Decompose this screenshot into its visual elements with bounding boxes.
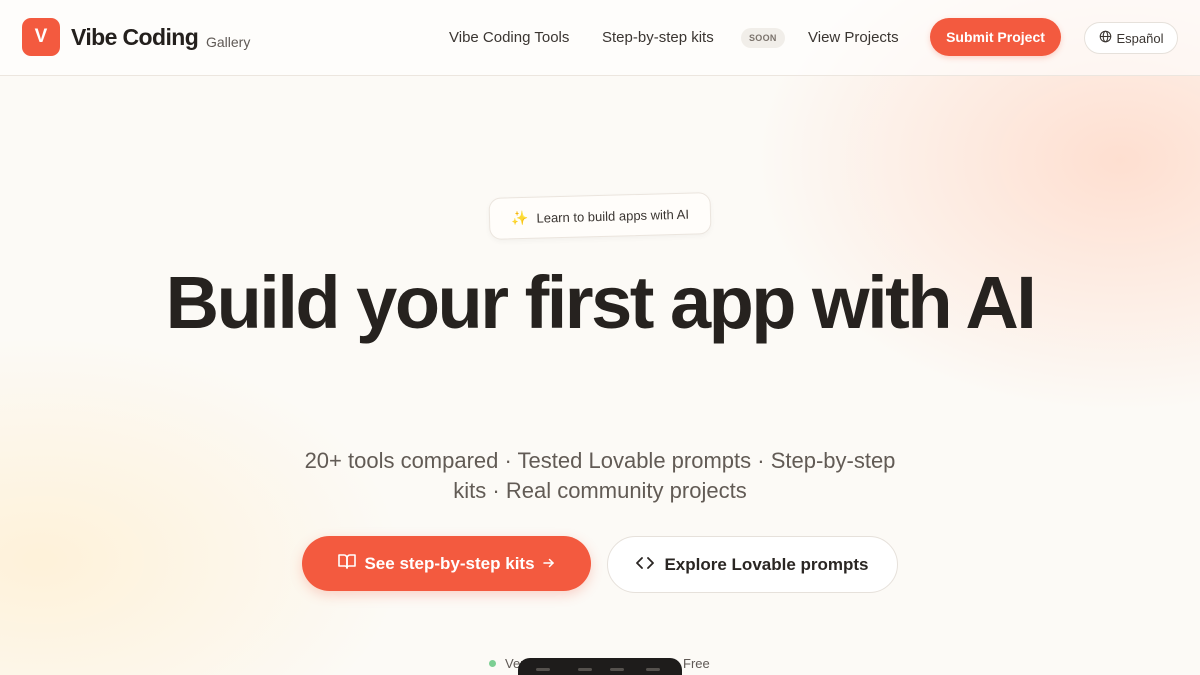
explore-prompts-label: Explore Lovable prompts xyxy=(664,554,869,574)
arrow-right-icon xyxy=(542,554,555,574)
toolbar-handle xyxy=(578,668,592,671)
hero-headline: Build your first app with AI xyxy=(165,261,1037,344)
floating-toolbar[interactable] xyxy=(518,658,682,675)
toolbar-handle xyxy=(646,668,660,671)
logo-badge[interactable]: V xyxy=(22,18,60,56)
tagline-pill: ✨ Learn to build apps with AI xyxy=(488,192,712,240)
book-open-icon xyxy=(338,553,357,574)
brand-name[interactable]: Vibe Coding xyxy=(71,24,199,51)
nav-link-step-by-step-kits[interactable]: Step-by-step kits xyxy=(602,29,714,46)
sparkles-icon: ✨ xyxy=(510,209,529,226)
toolbar-handle xyxy=(536,668,550,671)
brand-subtitle: Gallery xyxy=(206,34,251,50)
status-dot xyxy=(489,660,496,667)
nav-link-vibe-coding-tools[interactable]: Vibe Coding Tools xyxy=(449,29,569,46)
explore-prompts-button[interactable]: Explore Lovable prompts xyxy=(607,536,898,593)
nav-link-view-projects[interactable]: View Projects xyxy=(808,29,899,46)
submit-project-button[interactable]: Submit Project xyxy=(930,18,1061,56)
top-navbar: V Vibe Coding Gallery Vibe Coding Tools … xyxy=(0,0,1200,76)
soon-badge: SOON xyxy=(741,28,785,48)
see-kits-label: See step-by-step kits xyxy=(364,553,535,573)
language-switcher[interactable]: Español xyxy=(1084,22,1178,54)
language-label: Español xyxy=(1116,30,1164,46)
toolbar-handle xyxy=(610,668,624,671)
hero-subline: 20+ tools compared · Tested Lovable prom… xyxy=(304,448,896,503)
see-kits-button[interactable]: See step-by-step kits xyxy=(302,536,591,591)
footer-partial-right: Free xyxy=(683,656,710,671)
code-brackets-icon xyxy=(636,555,655,575)
tagline-text: Learn to build apps with AI xyxy=(536,206,690,226)
globe-icon xyxy=(1099,30,1112,46)
